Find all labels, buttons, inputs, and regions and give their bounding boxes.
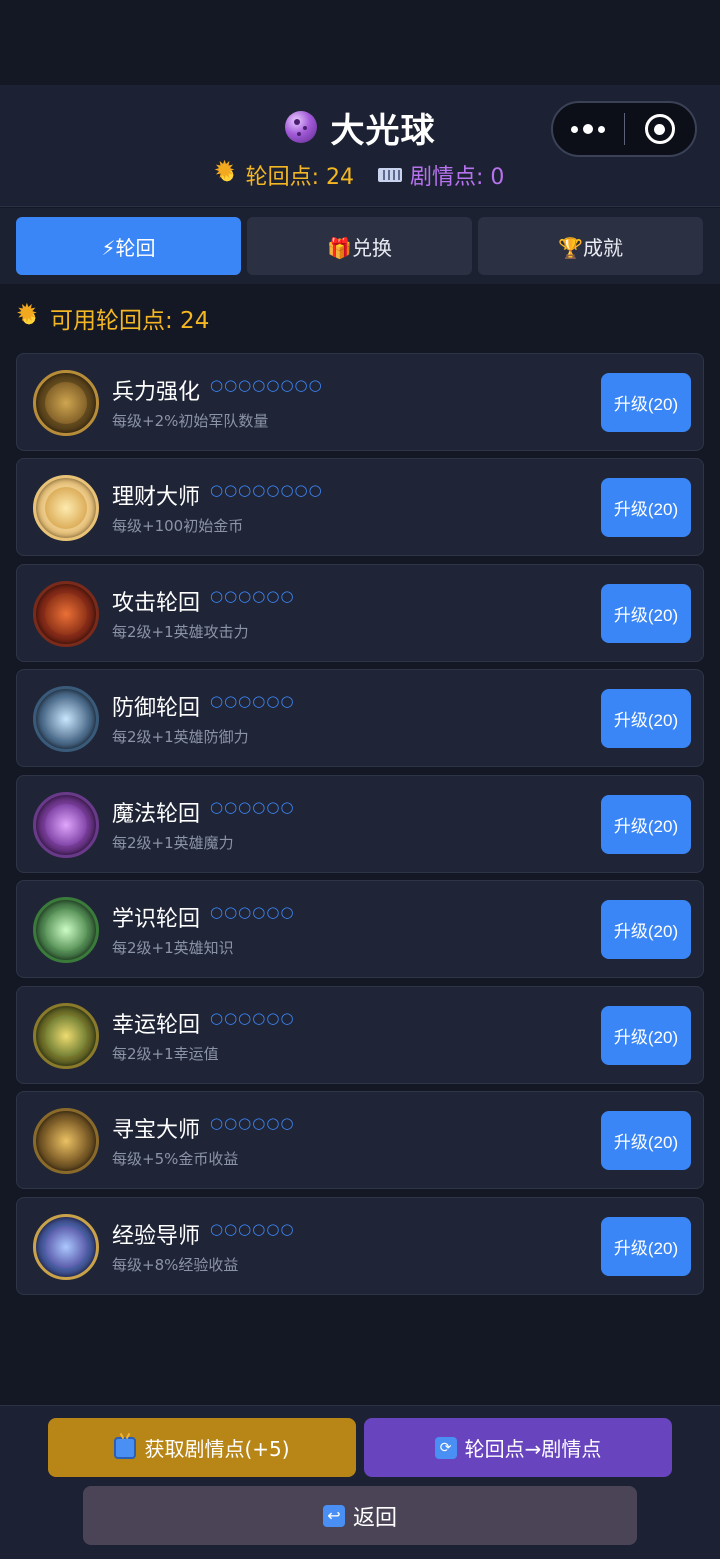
tab-achievements[interactable]: 🏆成就 — [478, 217, 703, 275]
tab-bar: ⚡轮回 🎁兑换 🏆成就 — [0, 208, 720, 284]
skill-card-experience-mentor: 经验导师 ○○○○○○ 每级+8%经验收益 升级(20) — [16, 1197, 704, 1295]
skill-name: 理财大师 — [112, 485, 201, 510]
upgrade-button[interactable]: 升级(20) — [601, 584, 691, 643]
skill-name: 防御轮回 — [112, 696, 201, 721]
available-points-label: 可用轮回点: 24 — [50, 308, 210, 334]
crossed-swords-icon — [33, 581, 99, 647]
clover-icon — [33, 1003, 99, 1069]
get-story-points-label: 获取剧情点(+5) — [144, 1437, 290, 1461]
convert-points-button[interactable]: ⟳ 轮回点→剧情点 — [364, 1418, 672, 1477]
skill-name: 兵力强化 — [112, 380, 201, 405]
return-arrow-icon: ↩ — [322, 1504, 345, 1527]
level-dots: ○○○○○○ — [210, 692, 295, 710]
upgrade-button[interactable]: 升级(20) — [601, 689, 691, 748]
mini-program-capsule — [551, 101, 697, 157]
treasure-chest-icon — [33, 1108, 99, 1174]
skill-description: 每级+100初始金币 — [112, 517, 244, 535]
get-story-points-button[interactable]: 获取剧情点(+5) — [48, 1418, 356, 1477]
tab-cycle[interactable]: ⚡轮回 — [16, 217, 241, 275]
upgrade-button[interactable]: 升级(20) — [601, 478, 691, 537]
status-bar-area — [0, 0, 720, 85]
skill-description: 每级+8%经验收益 — [112, 1256, 239, 1274]
tv-icon — [114, 1436, 137, 1459]
magic-crystal-icon — [33, 792, 99, 858]
upgrade-button[interactable]: 升级(20) — [601, 1217, 691, 1276]
convert-points-label: 轮回点→剧情点 — [464, 1437, 602, 1461]
level-dots: ○○○○○○ — [210, 903, 295, 921]
tab-exchange[interactable]: 🎁兑换 — [247, 217, 472, 275]
upgrade-button[interactable]: 升级(20) — [601, 1006, 691, 1065]
skill-description: 每2级+1英雄知识 — [112, 939, 234, 957]
level-dots: ○○○○○○○○ — [210, 481, 323, 499]
skill-description: 每2级+1英雄攻击力 — [112, 623, 249, 641]
skill-description: 每级+5%金币收益 — [112, 1150, 239, 1168]
refresh-cycle-icon: ⟳ — [434, 1436, 457, 1459]
skill-name: 幸运轮回 — [112, 1013, 201, 1038]
skill-description: 每2级+1英雄魔力 — [112, 834, 234, 852]
back-button[interactable]: ↩ 返回 — [83, 1486, 637, 1545]
skill-name: 学识轮回 — [112, 907, 201, 932]
spellbook-icon — [33, 1214, 99, 1280]
skill-card-attack-cycle: 攻击轮回 ○○○○○○ 每2级+1英雄攻击力 升级(20) — [16, 564, 704, 662]
points-summary: 轮回点: 24 剧情点: 0 — [0, 158, 720, 191]
story-points-label: 剧情点: 0 — [410, 165, 505, 190]
skill-name: 攻击轮回 — [112, 591, 201, 616]
upgrade-button[interactable]: 升级(20) — [601, 900, 691, 959]
skill-name: 经验导师 — [112, 1224, 201, 1249]
skill-card-troop-boost: 兵力强化 ○○○○○○○○ 每级+2%初始军队数量 升级(20) — [16, 353, 704, 451]
skill-description: 每2级+1英雄防御力 — [112, 728, 249, 746]
more-dots-icon[interactable] — [553, 103, 624, 155]
level-dots: ○○○○○○ — [210, 798, 295, 816]
cycle-points: 轮回点: 24 — [214, 158, 354, 191]
upgrade-button[interactable]: 升级(20) — [601, 795, 691, 854]
skill-name: 寻宝大师 — [112, 1118, 201, 1143]
upgrade-button[interactable]: 升级(20) — [601, 373, 691, 432]
upgrade-button[interactable]: 升级(20) — [601, 1111, 691, 1170]
open-book-icon — [33, 897, 99, 963]
skill-description: 每2级+1幸运值 — [112, 1045, 219, 1063]
skill-card-treasure-master: 寻宝大师 ○○○○○○ 每级+5%金币收益 升级(20) — [16, 1091, 704, 1189]
shield-emblem-icon — [33, 370, 99, 436]
footer-actions: 获取剧情点(+5) ⟳ 轮回点→剧情点 ↩ 返回 — [0, 1405, 720, 1559]
level-dots: ○○○○○○ — [210, 1114, 295, 1132]
level-dots: ○○○○○○ — [210, 1009, 295, 1027]
target-close-icon[interactable] — [625, 103, 696, 155]
shield-lightning-icon — [33, 686, 99, 752]
crystal-ball-icon — [284, 111, 317, 143]
page-title: 大光球 — [330, 110, 436, 151]
level-dots: ○○○○○○○○ — [210, 376, 323, 394]
cycle-points-label: 轮回点: 24 — [245, 165, 354, 190]
skill-card-magic-cycle: 魔法轮回 ○○○○○○ 每2级+1英雄魔力 升级(20) — [16, 775, 704, 873]
available-points: 可用轮回点: 24 — [16, 300, 210, 336]
level-dots: ○○○○○○ — [210, 1220, 295, 1238]
gold-orb-icon — [33, 475, 99, 541]
skill-card-defense-cycle: 防御轮回 ○○○○○○ 每2级+1英雄防御力 升级(20) — [16, 669, 704, 767]
level-dots: ○○○○○○ — [210, 587, 295, 605]
story-points: 剧情点: 0 — [378, 159, 504, 191]
skill-card-luck-cycle: 幸运轮回 ○○○○○○ 每2级+1幸运值 升级(20) — [16, 986, 704, 1084]
back-label: 返回 — [352, 1505, 397, 1531]
skill-card-knowledge-cycle: 学识轮回 ○○○○○○ 每2级+1英雄知识 升级(20) — [16, 880, 704, 978]
skill-name: 魔法轮回 — [112, 802, 201, 827]
sun-icon — [16, 301, 40, 329]
sun-icon — [214, 158, 238, 186]
skill-card-finance-master: 理财大师 ○○○○○○○○ 每级+100初始金币 升级(20) — [16, 458, 704, 556]
film-strip-icon — [378, 168, 402, 182]
skill-description: 每级+2%初始军队数量 — [112, 412, 269, 430]
